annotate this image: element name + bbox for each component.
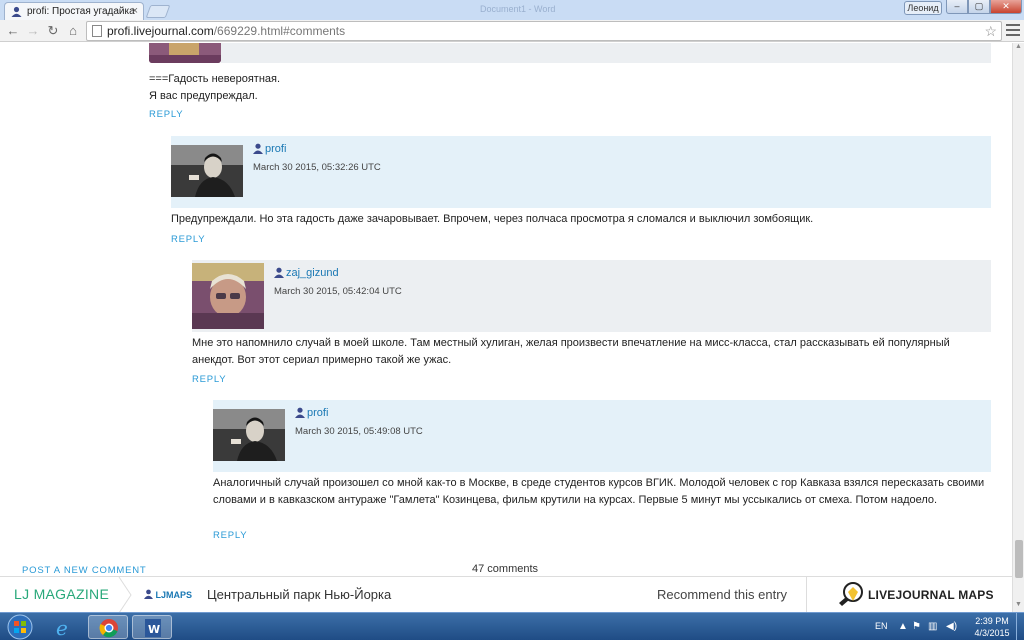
comment-author[interactable]: zaj_gizund	[274, 267, 339, 279]
background-window-title: Document1 - Word	[480, 4, 556, 14]
internet-explorer-taskbar-button[interactable]: e	[44, 615, 84, 640]
avatar[interactable]	[213, 409, 285, 461]
reply-link[interactable]: REPLY	[149, 109, 183, 120]
chrome-taskbar-button[interactable]	[88, 615, 128, 639]
lj-user-icon	[274, 267, 284, 278]
lj-user-icon	[295, 407, 305, 418]
svg-text:e: e	[56, 616, 68, 639]
reply-link[interactable]: REPLY	[213, 530, 247, 541]
ljmaps-user-link[interactable]: LJMAPS	[144, 589, 192, 600]
lj-promo-bar: LJ MAGAZINE LJMAPS Центральный парк Нью-…	[0, 576, 1012, 613]
internet-explorer-icon: e	[56, 616, 68, 640]
comment-header: profi March 30 2015, 05:32:26 UTC	[171, 136, 991, 208]
menu-icon[interactable]	[1006, 24, 1020, 38]
comment-text: ===Гадость невероятная. Я вас предупрежд…	[149, 71, 549, 105]
forward-icon[interactable]: →	[24, 22, 42, 40]
lj-user-favicon-icon	[11, 6, 22, 17]
comment-author[interactable]: profi	[253, 143, 286, 155]
chevron-right-icon	[118, 577, 132, 613]
star-icon[interactable]: ☆	[984, 22, 997, 40]
avatar[interactable]	[149, 43, 221, 63]
browser-toolbar: ← → ↻ ⌂ profi.livejournal.com/669229.htm…	[0, 20, 1024, 42]
comment-header: profi March 30 2015, 05:49:08 UTC	[213, 400, 991, 472]
comment-text: Мне это напомнило случай в моей школе. Т…	[192, 337, 950, 366]
reply-link[interactable]: REPLY	[192, 374, 226, 385]
action-center-flag-icon[interactable]: ⚑	[912, 621, 921, 632]
chrome-icon	[99, 619, 118, 638]
comment-text: Предупреждали. Но эта гадость даже зачар…	[171, 213, 814, 225]
tab-title: profi: Простая угадайка	[27, 6, 135, 17]
address-bar[interactable]: profi.livejournal.com/669229.html#commen…	[86, 21, 1002, 41]
page-icon	[92, 25, 102, 37]
comment-count: 47 comments	[472, 563, 539, 575]
show-hidden-icons-icon[interactable]: ▲	[898, 621, 908, 632]
show-desktop-button[interactable]	[1016, 613, 1024, 640]
recommend-entry-link[interactable]: Recommend this entry	[657, 587, 787, 602]
word-taskbar-button[interactable]: W	[132, 615, 172, 639]
author-name[interactable]: profi	[265, 143, 286, 155]
post-new-comment-link[interactable]: POST A NEW COMMENT	[22, 565, 147, 576]
windows-start-icon[interactable]	[4, 614, 36, 640]
browser-tab[interactable]: profi: Простая угадайка ×	[4, 2, 144, 20]
new-tab-button[interactable]	[145, 5, 171, 18]
livejournal-maps-logo-text[interactable]: LIVEJOURNAL MAPS	[868, 588, 994, 602]
maximize-button[interactable]: ▢	[968, 0, 990, 14]
ljmaps-username[interactable]: LJMAPS	[156, 590, 193, 600]
back-icon[interactable]: ←	[4, 22, 22, 40]
volume-icon[interactable]: ◀)	[946, 621, 957, 632]
author-name[interactable]: profi	[307, 407, 328, 419]
comment-header: zaj_gizund March 30 2015, 05:42:04 UTC	[192, 260, 991, 332]
lj-user-icon	[253, 143, 263, 154]
url-path: /669229.html#comments	[213, 24, 346, 38]
comment-text: Аналогичный случай произошел со мной как…	[213, 477, 985, 506]
avatar[interactable]	[171, 145, 243, 197]
comment-date[interactable]: March 30 2015, 05:49:08 UTC	[295, 426, 423, 437]
lj-user-icon	[144, 589, 153, 599]
windows-taskbar: e W EN ▲ ⚑ ▥ ◀) 2:39 PM 4/3/2015	[0, 612, 1024, 640]
scrollbar-thumb[interactable]	[1015, 540, 1023, 578]
page-scrollbar[interactable]: ▲ ▼	[1012, 43, 1024, 613]
comment-date[interactable]: March 30 2015, 05:32:26 UTC	[253, 162, 381, 173]
url-host: profi.livejournal.com	[107, 24, 214, 38]
profile-badge[interactable]: Леонид	[904, 1, 942, 15]
network-icon[interactable]: ▥	[928, 621, 937, 632]
reload-icon[interactable]: ↻	[44, 22, 62, 40]
comment-date[interactable]: March 30 2015, 05:42:04 UTC	[274, 286, 402, 297]
language-indicator[interactable]: EN	[875, 621, 888, 631]
comment-line: ===Гадость невероятная.	[149, 73, 281, 85]
ljmaps-entry-title[interactable]: Центральный парк Нью-Йорка	[207, 587, 391, 602]
page-content: ===Гадость невероятная. Я вас предупрежд…	[0, 43, 1012, 576]
livejournal-maps-logo-icon[interactable]	[836, 581, 866, 607]
comment-header	[221, 43, 991, 63]
home-icon[interactable]: ⌂	[64, 22, 82, 40]
avatar[interactable]	[192, 263, 264, 329]
scroll-down-icon[interactable]: ▼	[1013, 601, 1024, 611]
clock-time[interactable]: 2:39 PM	[972, 616, 1012, 626]
tab-close-icon[interactable]: ×	[132, 5, 138, 17]
author-name[interactable]: zaj_gizund	[286, 267, 339, 279]
lj-magazine-link[interactable]: LJ MAGAZINE	[14, 586, 109, 602]
scroll-up-icon[interactable]: ▲	[1013, 43, 1024, 53]
title-bar: profi: Простая угадайка × Document1 - Wo…	[0, 0, 1024, 20]
close-window-button[interactable]: ✕	[990, 0, 1022, 14]
reply-link[interactable]: REPLY	[171, 234, 205, 245]
comment-author[interactable]: profi	[295, 407, 328, 419]
clock-date[interactable]: 4/3/2015	[972, 628, 1012, 638]
comment-line: Я вас предупреждал.	[149, 90, 258, 102]
minimize-button[interactable]: –	[946, 0, 968, 14]
divider	[806, 577, 807, 613]
word-icon: W	[145, 619, 161, 637]
svg-text:W: W	[148, 623, 160, 636]
